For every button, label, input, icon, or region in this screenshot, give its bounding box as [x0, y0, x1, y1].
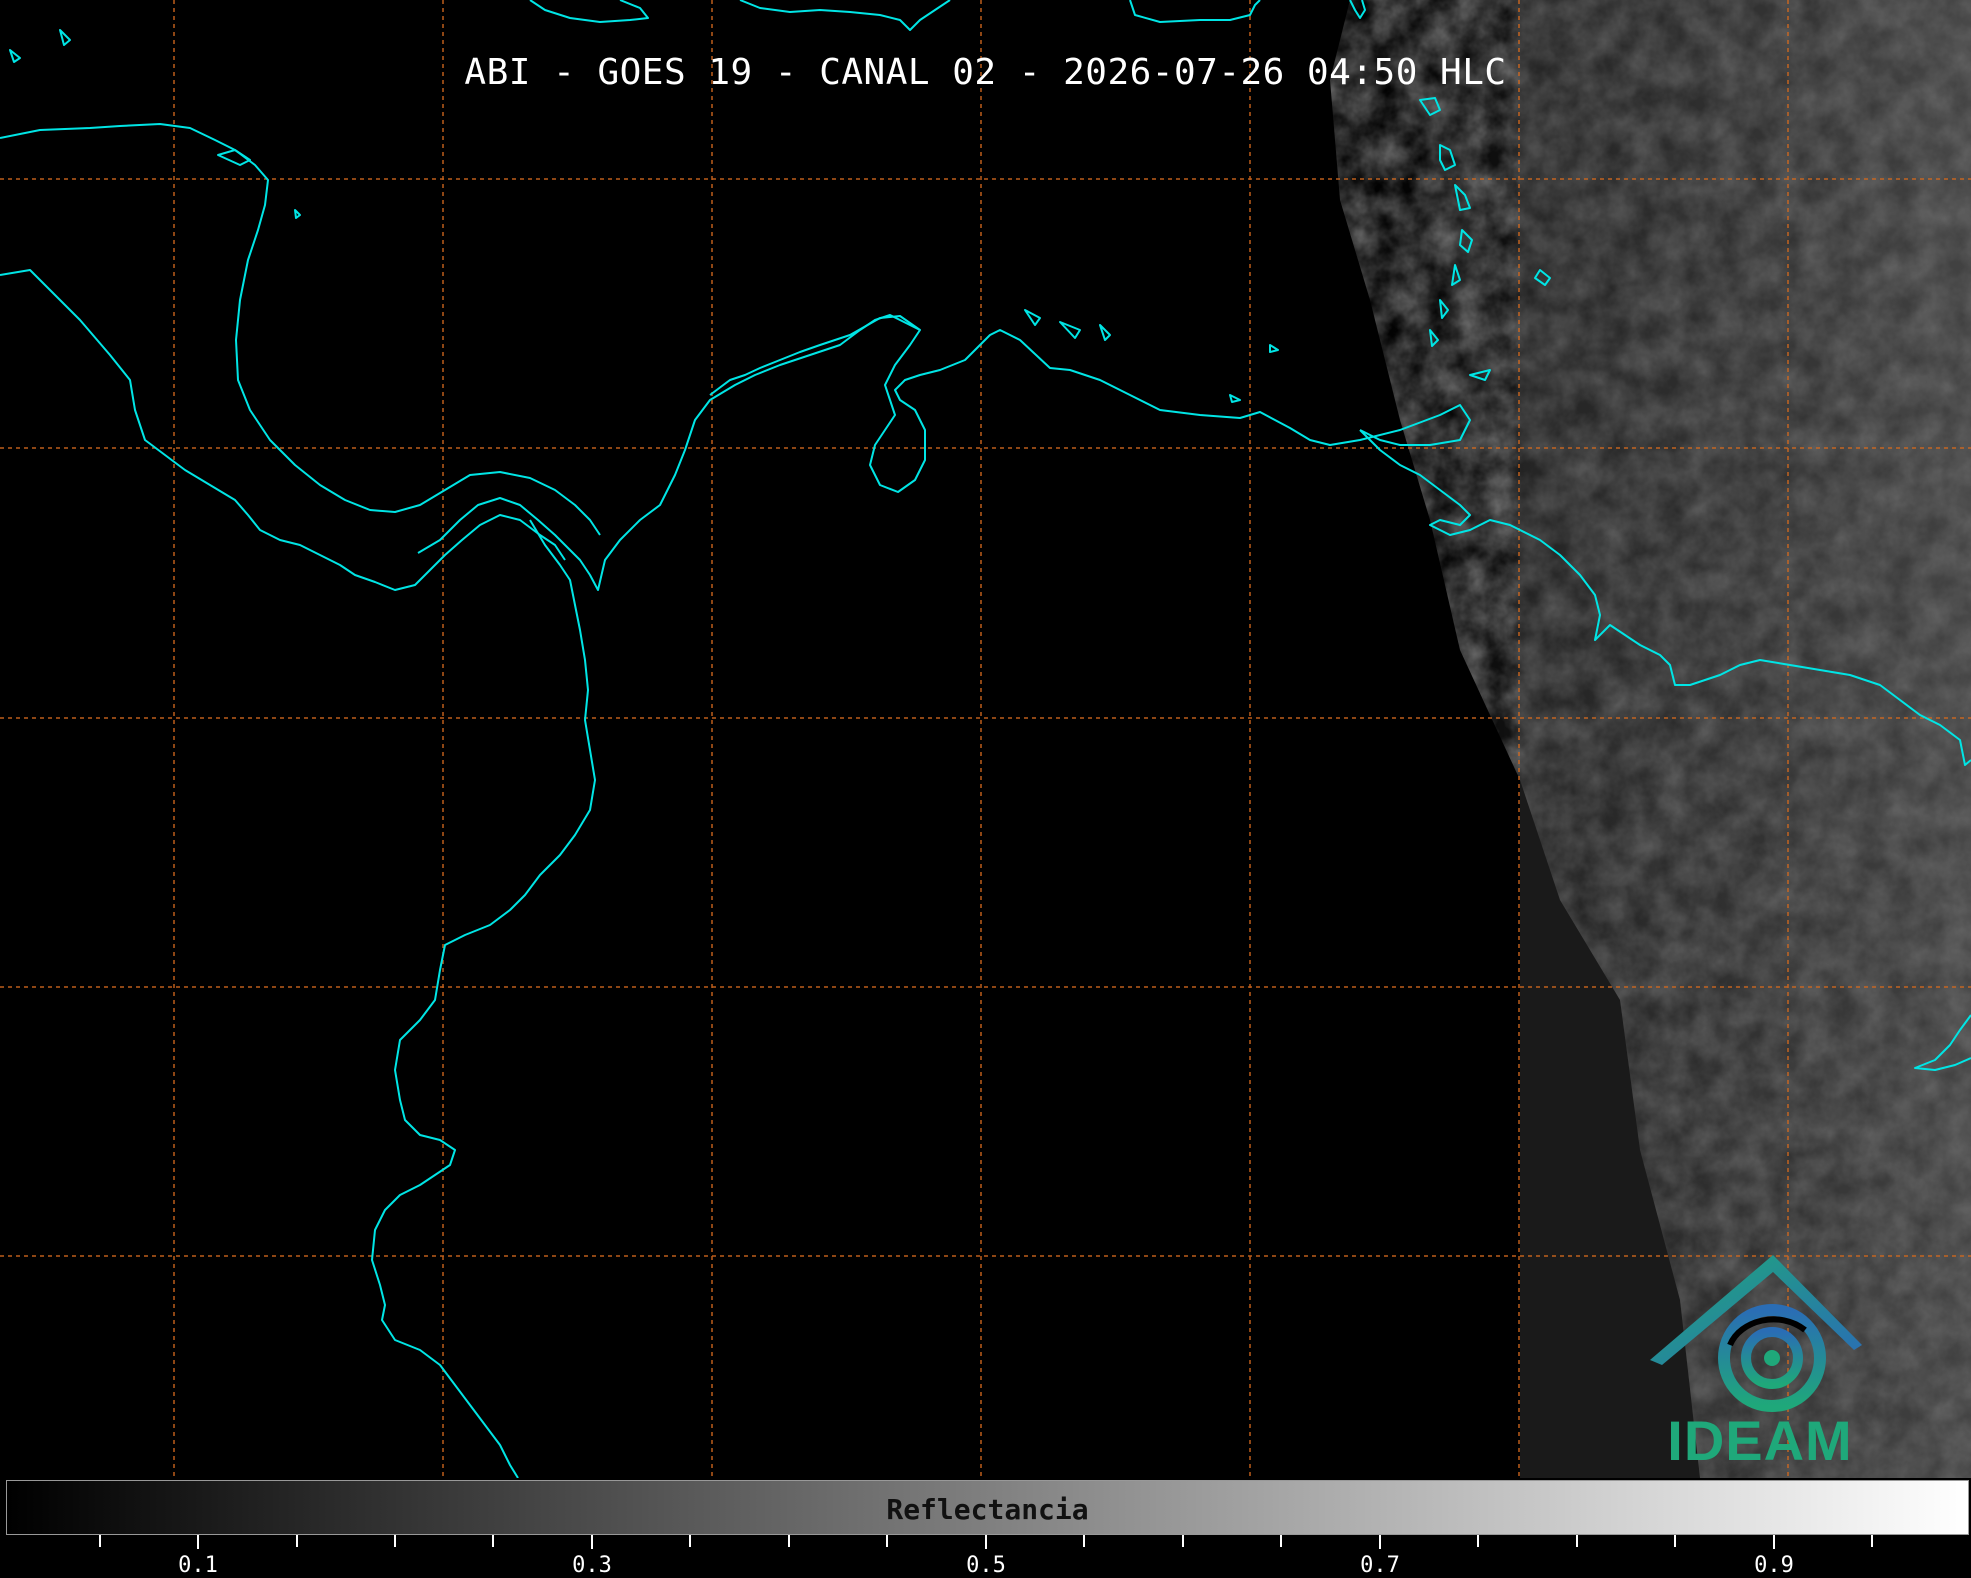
colorbar-minor-tick [492, 1535, 494, 1547]
colorbar-minor-tick [788, 1535, 790, 1547]
colorbar-major-tick [1773, 1535, 1775, 1549]
colorbar-minor-tick [1674, 1535, 1676, 1547]
colorbar-minor-tick [1083, 1535, 1085, 1547]
colorbar-tick-label: 0.3 [572, 1553, 612, 1578]
ideam-logo: IDEAM [1640, 1250, 1880, 1475]
colorbar-major-tick [197, 1535, 199, 1549]
ideam-logo-text: IDEAM [1667, 1409, 1853, 1472]
colorbar-minor-tick [296, 1535, 298, 1547]
colorbar-minor-tick [99, 1535, 101, 1547]
colorbar-major-tick [985, 1535, 987, 1549]
colorbar-minor-tick [394, 1535, 396, 1547]
colorbar-tick-label: 0.5 [966, 1553, 1006, 1578]
colorbar-tick-label: 0.7 [1360, 1553, 1400, 1578]
colorbar-minor-tick [1477, 1535, 1479, 1547]
colorbar-minor-tick [689, 1535, 691, 1547]
colorbar-tick-label: 0.1 [178, 1553, 218, 1578]
colorbar-tick-label: 0.9 [1754, 1553, 1794, 1578]
ideam-emblem-icon [1650, 1255, 1862, 1412]
colorbar: Reflectancia [6, 1480, 1969, 1535]
colorbar-minor-tick [886, 1535, 888, 1547]
colorbar-major-tick [1379, 1535, 1381, 1549]
colorbar-minor-tick [1280, 1535, 1282, 1547]
colorbar-minor-tick [1576, 1535, 1578, 1547]
colorbar-major-tick [591, 1535, 593, 1549]
colorbar-label: Reflectancia [886, 1493, 1089, 1526]
image-title: ABI - GOES 19 - CANAL 02 - 2026-07-26 04… [464, 52, 1507, 93]
colorbar-minor-tick [1871, 1535, 1873, 1547]
satellite-image: ABI - GOES 19 - CANAL 02 - 2026-07-26 04… [0, 0, 1971, 1478]
colorbar-ticks: 0.1 0.3 0.5 0.7 0.9 [0, 1535, 1971, 1578]
colorbar-minor-tick [1182, 1535, 1184, 1547]
